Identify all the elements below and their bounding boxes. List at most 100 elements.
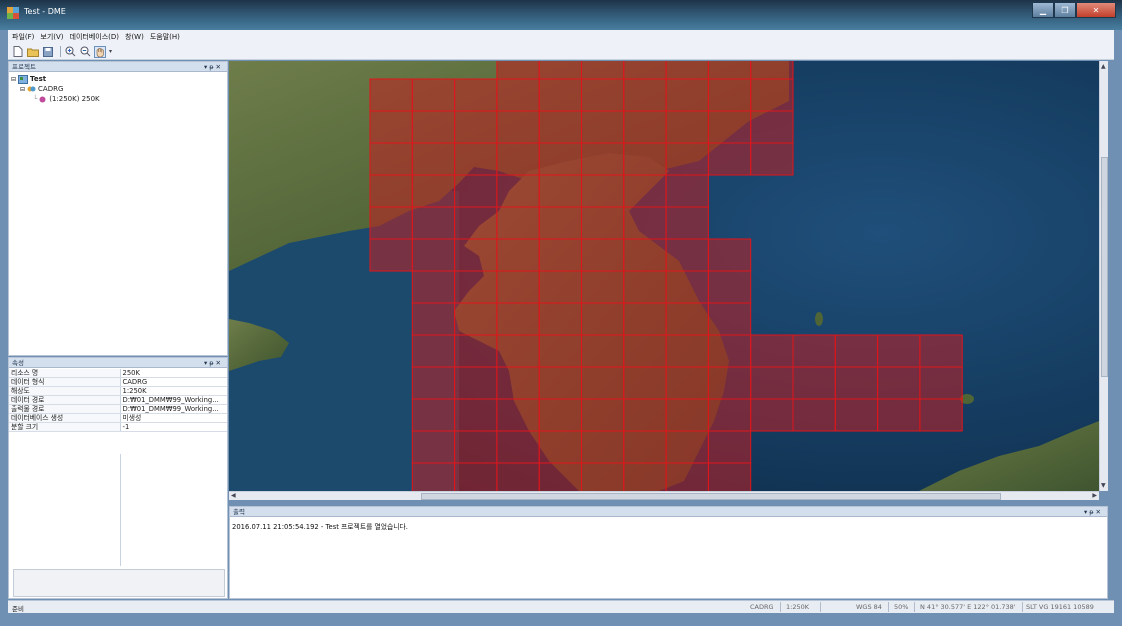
cadrg-tile[interactable] [411,78,456,112]
property-row[interactable]: 데이터 형식 CADRG [9,377,227,387]
cadrg-tile[interactable] [919,334,963,368]
cadrg-tile[interactable] [707,78,752,112]
cadrg-tile[interactable] [369,142,413,176]
cadrg-tile[interactable] [665,238,709,272]
property-value[interactable]: D:₩01_DMM₩99_Working... [120,404,227,414]
cadrg-tile[interactable] [496,206,540,240]
satellite-map[interactable] [229,61,1099,491]
collapse-icon[interactable]: ⊟ [11,76,16,83]
cadrg-tile[interactable] [538,366,583,400]
close-icon[interactable]: ✕ [216,359,223,367]
cadrg-tile[interactable] [369,174,413,208]
cadrg-tile[interactable] [581,270,625,304]
property-value[interactable]: -1 [120,422,227,432]
cadrg-tile[interactable] [411,238,456,272]
save-button[interactable] [42,46,54,58]
cadrg-tile[interactable] [877,366,921,400]
cadrg-tile[interactable] [454,462,498,491]
cadrg-tile[interactable] [411,366,456,400]
cadrg-tile[interactable] [538,302,583,336]
tree-node-cadrg[interactable]: ⊟ CADRG [11,84,100,94]
cadrg-tile[interactable] [707,238,752,272]
cadrg-tile[interactable] [581,174,625,208]
property-row[interactable]: 데이터 경로 D:₩01_DMM₩99_Working... [9,395,227,405]
cadrg-tile[interactable] [369,78,413,112]
horizontal-scroll-thumb[interactable] [421,493,1001,500]
cadrg-tile[interactable] [792,366,836,400]
cadrg-tile[interactable] [665,174,709,208]
cadrg-tile[interactable] [623,110,667,144]
cadrg-tile[interactable] [623,430,667,464]
property-value[interactable]: 미생성 [120,413,227,423]
cadrg-tile[interactable] [581,302,625,336]
cadrg-tile[interactable] [581,206,625,240]
cadrg-tile[interactable] [623,462,667,491]
cadrg-tile[interactable] [707,302,752,336]
close-button[interactable]: ✕ [1076,2,1116,18]
cadrg-tile[interactable] [877,334,921,368]
cadrg-tile[interactable] [454,206,498,240]
scroll-up-icon[interactable]: ▲ [1101,63,1106,70]
cadrg-tile[interactable] [919,366,963,400]
cadrg-tile[interactable] [411,174,456,208]
cadrg-tile[interactable] [750,334,794,368]
cadrg-tile[interactable] [707,142,752,176]
property-row[interactable]: 분할 크기 -1 [9,422,227,432]
close-icon[interactable]: ✕ [216,63,223,71]
cadrg-tile[interactable] [454,238,498,272]
cadrg-tile[interactable] [411,206,456,240]
map-horizontal-scrollbar[interactable]: ◀ ▶ [229,491,1099,500]
cadrg-tile[interactable] [834,398,879,432]
menu-help[interactable]: 도움말(H) [150,32,180,42]
cadrg-tile[interactable] [454,334,498,368]
cadrg-tile[interactable] [623,61,667,80]
cadrg-tile[interactable] [665,110,709,144]
tree-node-250k[interactable]: └ (1:250K) 250K [11,94,100,104]
cadrg-tile[interactable] [411,110,456,144]
cadrg-tile[interactable] [623,174,667,208]
cadrg-tile[interactable] [581,61,625,80]
menu-database[interactable]: 데이터베이스(D) [70,32,120,42]
cadrg-tile[interactable] [750,110,794,144]
cadrg-tile[interactable] [538,142,583,176]
cadrg-tile[interactable] [665,430,709,464]
cadrg-tile[interactable] [792,334,836,368]
cadrg-tile[interactable] [707,61,752,80]
cadrg-tile[interactable] [538,174,583,208]
cadrg-tile[interactable] [665,270,709,304]
cadrg-tile[interactable] [665,302,709,336]
cadrg-tile[interactable] [454,110,498,144]
cadrg-tile[interactable] [538,334,583,368]
cadrg-tile[interactable] [581,430,625,464]
close-icon[interactable]: ✕ [1096,508,1103,516]
cadrg-tile[interactable] [623,398,667,432]
property-value[interactable]: 1:250K [120,386,227,396]
cadrg-tile[interactable] [411,462,456,491]
cadrg-tile[interactable] [750,398,794,432]
map-vertical-scrollbar[interactable]: ▲ ▼ [1099,61,1108,491]
cadrg-tile[interactable] [369,238,413,272]
cadrg-tile[interactable] [454,78,498,112]
cadrg-tile[interactable] [665,78,709,112]
cadrg-tile[interactable] [665,462,709,491]
cadrg-tile[interactable] [707,270,752,304]
vertical-scroll-thumb[interactable] [1101,157,1108,377]
minimize-button[interactable]: ▁ [1032,2,1054,18]
open-button[interactable] [27,46,39,58]
cadrg-tile[interactable] [665,366,709,400]
cadrg-tile[interactable] [665,206,709,240]
cadrg-tile[interactable] [665,334,709,368]
cadrg-tile[interactable] [877,398,921,432]
property-value[interactable]: 250K [120,369,227,378]
cadrg-tile[interactable] [623,366,667,400]
maximize-button[interactable]: ❐ [1054,2,1076,18]
cadrg-tile[interactable] [623,206,667,240]
pan-button[interactable] [94,45,106,58]
property-value[interactable]: D:₩01_DMM₩99_Working... [120,395,227,405]
cadrg-tile[interactable] [538,206,583,240]
cadrg-tile[interactable] [496,174,540,208]
cadrg-tile[interactable] [750,142,794,176]
cadrg-tile[interactable] [454,366,498,400]
cadrg-tile[interactable] [581,78,625,112]
scroll-down-icon[interactable]: ▼ [1101,482,1106,489]
